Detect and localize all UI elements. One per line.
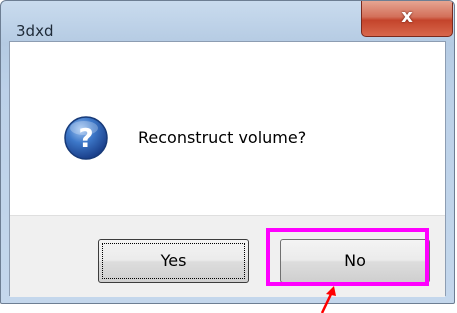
yes-button[interactable]: Yes <box>98 239 249 283</box>
yes-button-label: Yes <box>160 251 187 270</box>
highlight-annotation-box <box>266 228 429 286</box>
dialog-message: Reconstruct volume? <box>138 128 307 147</box>
message-area: ? Reconstruct volume? <box>10 42 445 215</box>
close-button[interactable]: x <box>361 1 453 37</box>
question-icon: ? <box>64 116 108 160</box>
svg-text:?: ? <box>78 124 93 154</box>
window-title: 3dxd <box>16 22 54 40</box>
close-icon: x <box>401 6 413 27</box>
title-bar[interactable]: 3dxd x <box>1 1 454 41</box>
red-arrow-icon <box>320 286 336 313</box>
